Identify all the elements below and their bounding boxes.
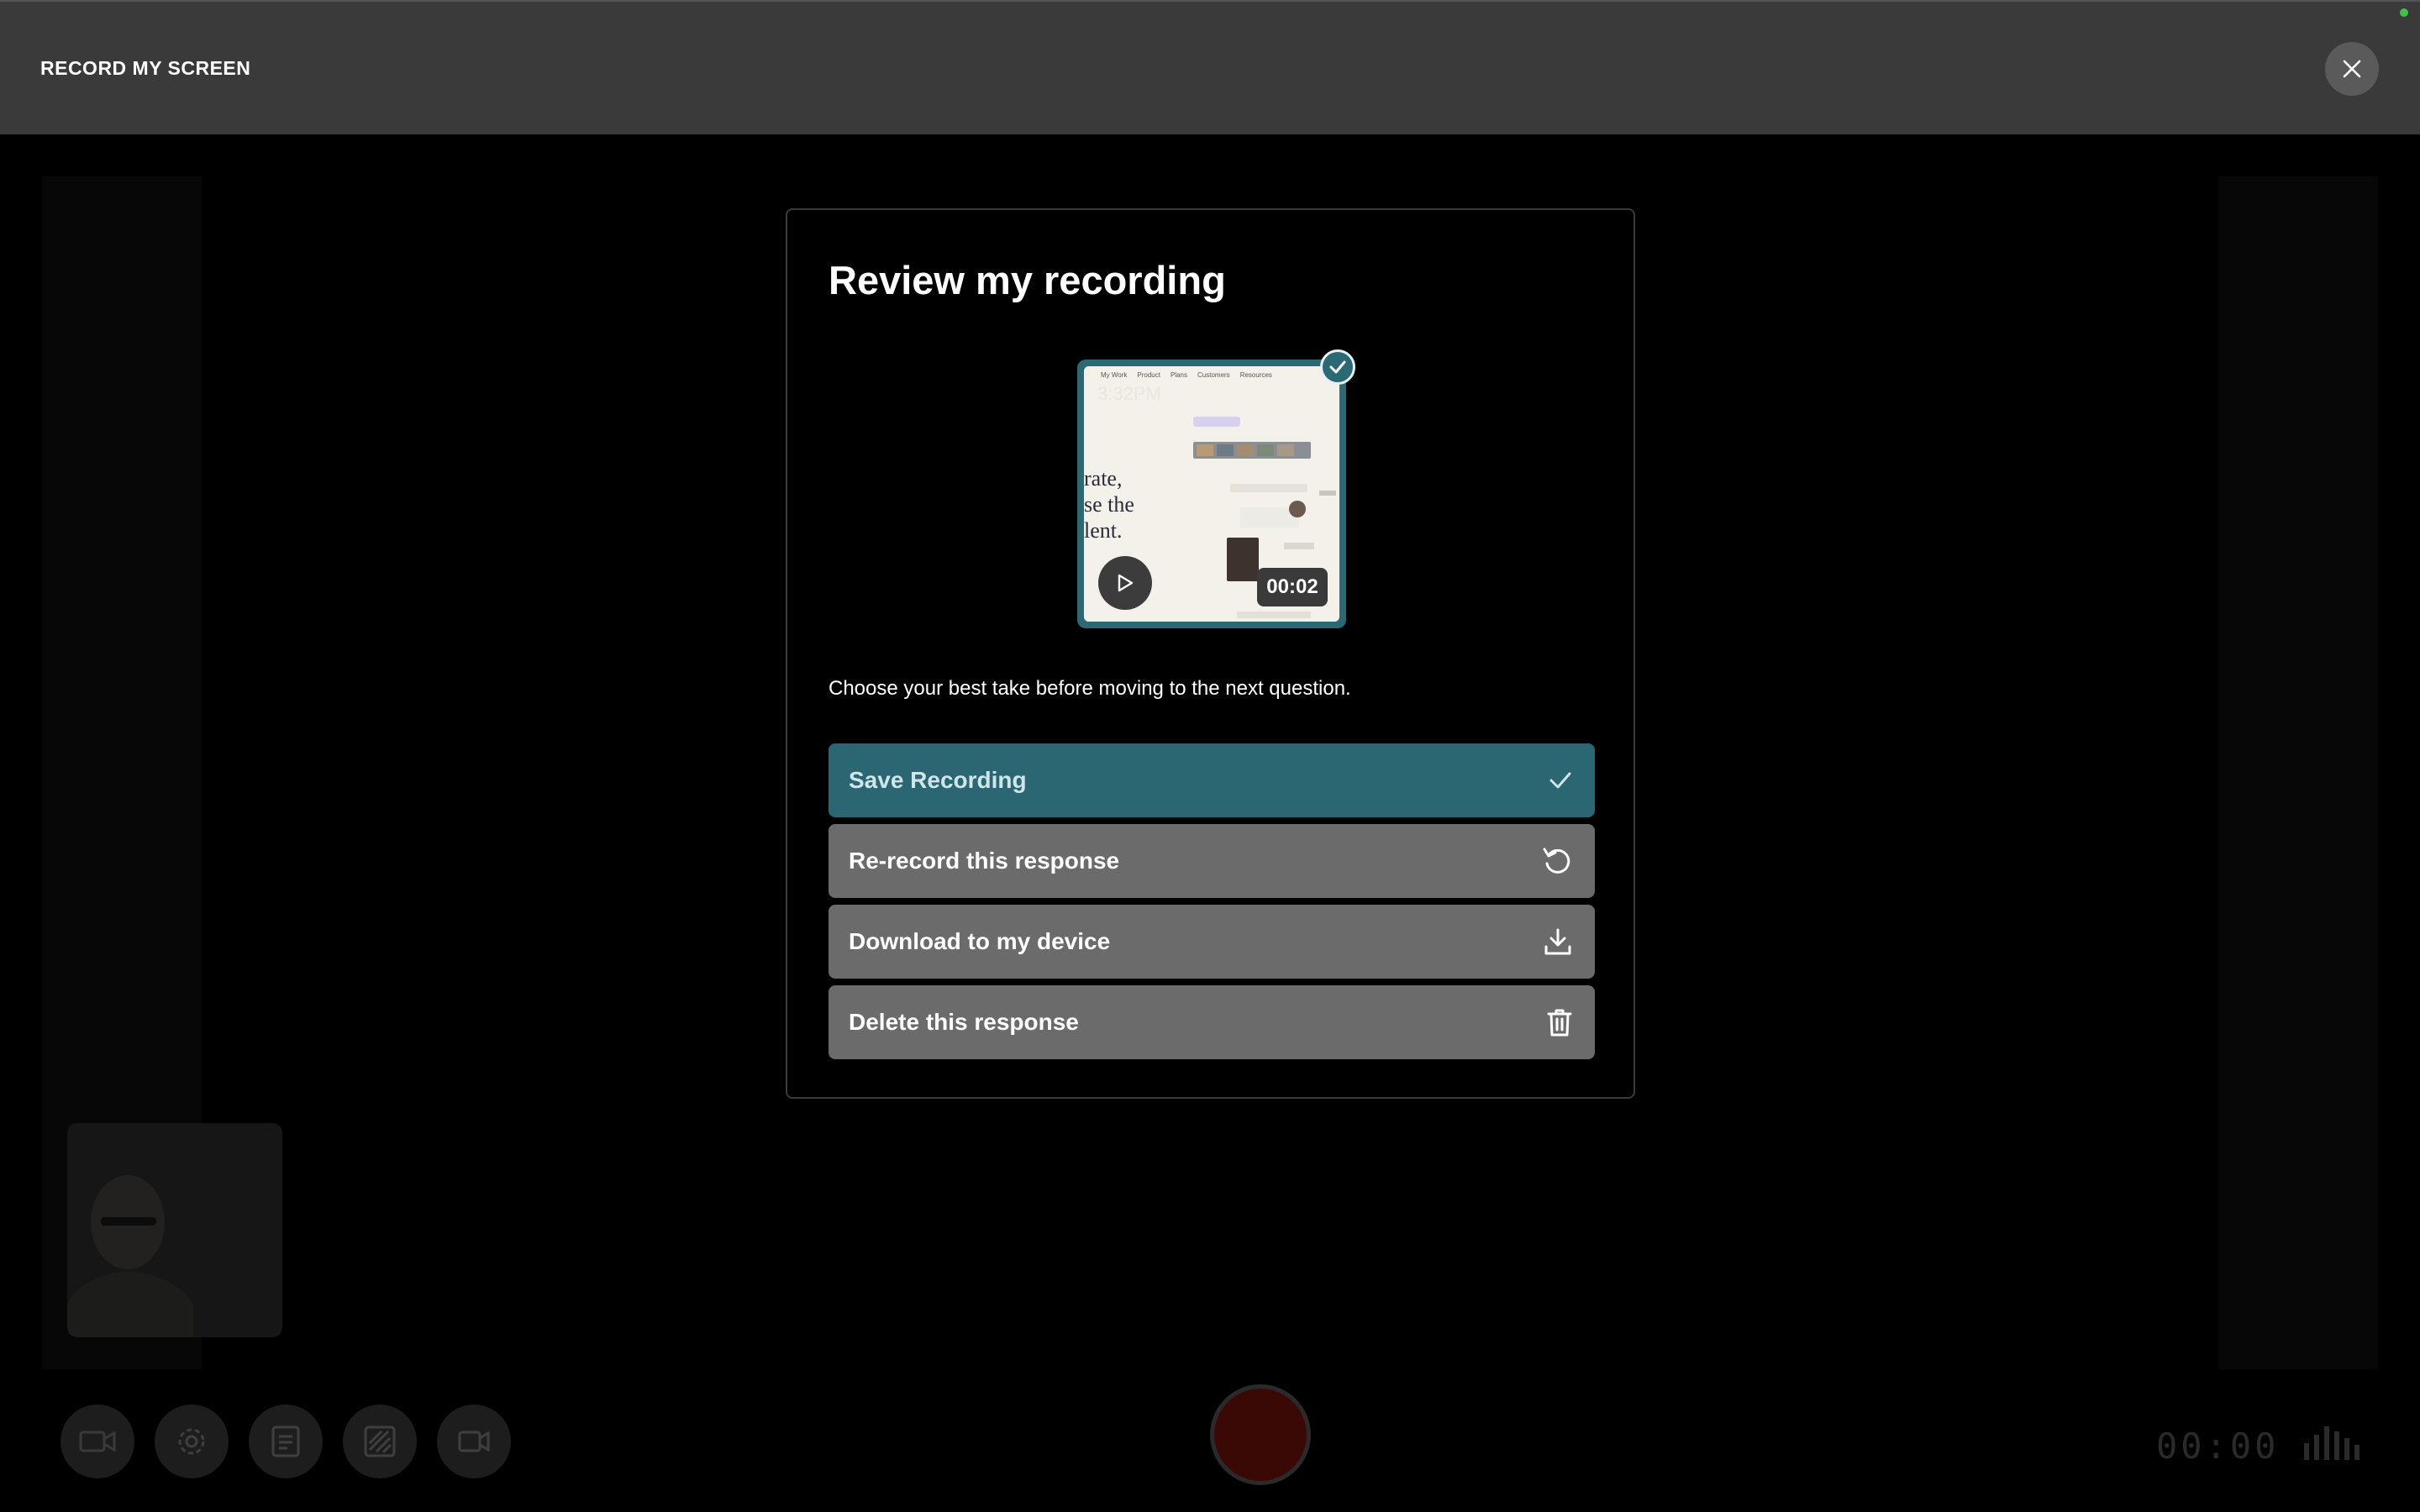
thumbnail-time: 3:32PM <box>1097 383 1161 404</box>
thumbnail-nav-item: My Work <box>1101 371 1128 379</box>
delete-button[interactable]: Delete this response <box>829 985 1595 1059</box>
checkmark-icon <box>1329 360 1346 374</box>
close-icon <box>2343 60 2361 78</box>
top-bar: RECORD MY SCREEN <box>0 0 2420 134</box>
review-dialog: Review my recording 3:32PM My Work Produ… <box>786 208 1635 1099</box>
status-indicator <box>2400 8 2408 17</box>
audio-level-icon <box>2304 1426 2360 1460</box>
record-button[interactable] <box>1210 1384 1311 1485</box>
script-button[interactable] <box>249 1404 323 1478</box>
webcam-preview <box>67 1123 282 1337</box>
page-title: RECORD MY SCREEN <box>40 57 251 79</box>
settings-icon <box>178 1428 205 1455</box>
duration-badge: 00:02 <box>1257 568 1328 606</box>
dialog-instructions: Choose your best take before moving to t… <box>829 677 1351 700</box>
stage-panel-right <box>2218 176 2378 1369</box>
thumbnail-nav-item: Plans <box>1170 371 1187 379</box>
background-button[interactable] <box>343 1404 417 1478</box>
thumbnail-nav-item: Product <box>1137 371 1160 379</box>
thumbnail-headline-line: lent. <box>1084 518 1123 543</box>
download-button[interactable]: Download to my device <box>829 905 1595 979</box>
play-icon <box>1118 574 1134 592</box>
background-icon <box>364 1425 396 1457</box>
recording-thumbnail[interactable]: 3:32PM My Work Product Plans Customers R… <box>1077 349 1355 628</box>
thumbnail-nav: My Work Product Plans Customers Resource… <box>1101 371 1272 379</box>
thumbnail-headline-line: se the <box>1084 492 1134 517</box>
thumbnail-headline-line: rate, <box>1084 466 1123 491</box>
dialog-title: Review my recording <box>829 258 1226 302</box>
rerecord-label: Re-record this response <box>849 848 1120 874</box>
thumbnail-headline: rate, se the lent. <box>1084 465 1134 543</box>
save-recording-label: Save Recording <box>849 767 1027 793</box>
checkmark-icon <box>1549 772 1571 789</box>
delete-label: Delete this response <box>849 1009 1079 1035</box>
download-label: Download to my device <box>849 928 1111 954</box>
thumbnail-nav-item: Customers <box>1197 371 1230 379</box>
selected-badge <box>1320 349 1355 385</box>
trash-icon <box>1547 1009 1572 1037</box>
camera-icon <box>79 1431 116 1452</box>
thumbnail-screen: 3:32PM My Work Product Plans Customers R… <box>1084 366 1339 622</box>
rerecord-button[interactable]: Re-record this response <box>829 824 1595 898</box>
close-button[interactable] <box>2325 42 2379 96</box>
thumbnail-nav-item: Resources <box>1239 371 1272 379</box>
save-recording-button[interactable]: Save Recording <box>829 743 1595 817</box>
download-icon <box>1544 928 1571 955</box>
rerecord-icon <box>1543 848 1570 874</box>
camera-switch-icon <box>458 1431 490 1452</box>
recording-timer: 00:00 <box>2156 1425 2280 1467</box>
person-silhouette <box>67 1123 282 1337</box>
camera-toggle-button[interactable] <box>60 1404 134 1478</box>
play-button[interactable] <box>1098 556 1152 610</box>
script-icon <box>271 1425 300 1457</box>
settings-button[interactable] <box>155 1404 229 1478</box>
camera-switch-button[interactable] <box>437 1404 511 1478</box>
